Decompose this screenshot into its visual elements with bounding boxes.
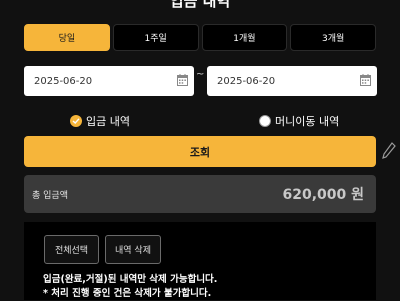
money-transfer-radio[interactable]: 머니이동 내역 [259,113,339,129]
calendar-icon[interactable] [360,74,371,86]
notice-line-1: 입금(완료,거절)된 내역만 삭제 가능합니다. [43,274,218,285]
period-today-button[interactable]: 당일 [24,24,110,51]
pencil-icon[interactable] [382,141,396,161]
end-date-input[interactable]: 2025-06-20 [207,66,377,96]
delete-notice: 입금(완료,거절)된 내역만 삭제 가능합니다. * 처리 진행 중인 건은 삭… [43,273,217,301]
search-button[interactable]: 조회 [24,136,376,167]
notice-line-2: * 처리 진행 중인 건은 삭제가 불가합니다. [43,288,212,299]
period-tabs: 당일 1주일 1개월 3개월 [24,24,376,51]
start-date-value: 2025-06-20 [34,75,93,87]
deposit-history-label: 입금 내역 [86,115,130,128]
money-transfer-label: 머니이동 내역 [275,115,340,128]
calendar-icon[interactable] [177,74,188,86]
select-all-button[interactable]: 전체선택 [44,235,99,264]
total-deposit-summary: 총 입금액 620,000 원 [24,175,376,213]
date-separator: ~ [196,69,205,80]
check-icon [70,115,82,127]
total-deposit-label: 총 입금액 [32,190,68,201]
total-deposit-amount: 620,000 원 [282,187,364,203]
radio-empty-icon [259,115,271,127]
period-1week-button[interactable]: 1주일 [112,24,199,51]
start-date-input[interactable]: 2025-06-20 [24,66,194,96]
end-date-value: 2025-06-20 [217,75,276,87]
page-title: 입금 내역 [169,0,231,10]
period-1month-button[interactable]: 1개월 [201,24,288,51]
deposit-history-radio[interactable]: 입금 내역 [70,113,130,129]
period-3month-button[interactable]: 3개월 [290,24,376,51]
delete-history-button[interactable]: 내역 삭제 [105,235,161,264]
